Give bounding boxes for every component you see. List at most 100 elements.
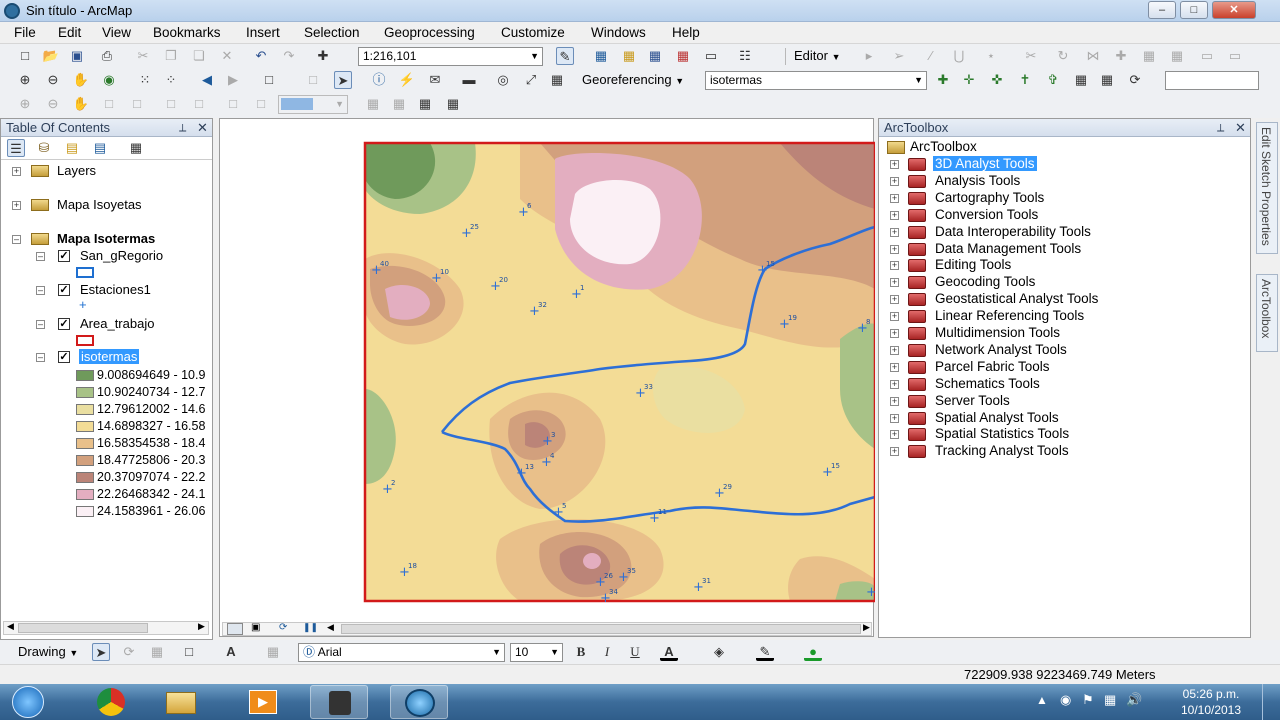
point-symbol[interactable]: + [79,297,87,312]
expand-icon[interactable]: + [890,261,899,271]
add-control-points-icon[interactable]: ✚ [934,71,952,89]
pin-icon[interactable]: ⟂ [179,120,186,137]
legend-swatch[interactable] [76,506,94,517]
rotate-element-icon[interactable]: ⟳ [120,643,138,661]
menu-bookmarks[interactable]: Bookmarks [153,25,221,40]
layout-view-icon[interactable]: ▣ [251,622,260,633]
expand-icon[interactable]: + [890,193,899,203]
layer-visibility-checkbox[interactable]: ✓ [58,250,70,262]
editor-menu[interactable]: Editor ▼ [794,48,841,63]
model-builder-icon[interactable]: ☷ [736,47,754,65]
new-document-icon[interactable]: □ [16,47,34,65]
legend-swatch[interactable] [76,404,94,415]
scroll-left-icon[interactable]: ◀ [7,621,14,632]
collapse-icon[interactable]: – [36,320,45,329]
edit-annotation-icon[interactable]: ➢ [890,47,908,65]
editor-toolbar-icon[interactable]: ✎ [556,47,574,65]
clear-selection-icon[interactable]: □ [304,71,322,89]
toolbox-item[interactable]: Analysis Tools [933,173,1022,188]
expand-icon[interactable]: + [890,312,899,322]
taskbar-arcmap[interactable] [390,685,448,719]
expand-icon[interactable]: + [890,430,899,440]
taskbar-explorer[interactable] [152,685,210,719]
expand-icon[interactable]: + [890,396,899,406]
list-by-visibility-icon[interactable]: ▤ [63,139,81,157]
cut-polygon-icon[interactable]: ✚ [1112,47,1130,65]
font-combo[interactable]: Ⓓ Arial ▼ [298,643,505,662]
data-frame-mapa-isoyetas[interactable]: Mapa Isoyetas [57,197,142,212]
menu-windows[interactable]: Windows [591,25,646,40]
volume-icon[interactable]: 🔊 [1126,692,1142,708]
edit-vertices-icon[interactable]: ▦ [264,643,282,661]
toolbox-item[interactable]: Spatial Statistics Tools [933,426,1071,441]
arctoolbox-root[interactable]: ArcToolbox [910,139,977,154]
font-size-combo[interactable]: 10 ▼ [510,643,563,662]
expand-icon[interactable]: + [890,227,899,237]
table-window-icon[interactable]: ▦ [592,47,610,65]
menu-view[interactable]: View [102,25,131,40]
expand-icon[interactable]: + [890,295,899,305]
layout-zoom-in-icon[interactable]: ⊕ [16,95,34,113]
pan-hand-icon[interactable]: ✋ [72,71,90,89]
add-data-icon[interactable]: ✚ [314,47,332,65]
layer-estaciones[interactable]: Estaciones1 [80,282,151,297]
line-symbol[interactable] [76,267,94,278]
collapse-icon[interactable]: – [12,235,21,244]
zoom-out-icon[interactable]: ⊖ [44,71,62,89]
time-slider-icon[interactable]: ▦ [548,71,566,89]
create-features-icon[interactable]: ▭ [1198,47,1216,65]
menu-help[interactable]: Help [672,25,700,40]
fixed-zoom-in-icon[interactable]: ⁙ [136,71,154,89]
edit-sketch-properties-tab[interactable]: Edit Sketch Properties [1256,122,1278,254]
expand-icon[interactable]: + [890,447,899,457]
paste-icon[interactable]: ❏ [190,47,208,65]
map-display[interactable]: +25 +6 +40 +10 +20 +1 +32 +15 +19 +8 +33 +3 +4 +13 +2 +… [219,118,884,637]
toolbox-item[interactable]: Cartography Tools [933,190,1046,205]
text-tool-icon[interactable]: A [222,643,240,661]
endpoint-arc-icon[interactable]: ⋃ [950,47,968,65]
drawing-menu[interactable]: Drawing ▼ [18,644,78,659]
editor-options-icon[interactable]: ▭ [1226,47,1244,65]
menu-selection[interactable]: Selection [304,25,360,40]
toolbox-item[interactable]: Data Management Tools [933,241,1083,256]
select-link-icon[interactable]: ✜ [988,71,1006,89]
layer-visibility-checkbox[interactable]: ✓ [58,318,70,330]
pin-icon[interactable]: ⟂ [1217,120,1224,137]
georef-layer-combo[interactable]: isotermas ▼ [705,71,927,90]
view-link-table-icon[interactable]: ▦ [1072,71,1090,89]
fixed-layout-zoom-in-icon[interactable]: □ [162,95,180,113]
georeferencing-menu[interactable]: Georeferencing ▼ [582,72,684,87]
refresh-icon[interactable]: ⟳ [279,622,287,633]
undo-icon[interactable]: ↶ [252,47,270,65]
layer-visibility-checkbox[interactable]: ✓ [58,284,70,296]
layer-san-gregorio[interactable]: San_gRegorio [80,248,163,263]
georef-input-field[interactable] [1165,71,1259,90]
line-color-icon[interactable]: ✎ [756,643,774,661]
expand-icon[interactable]: + [890,413,899,423]
menu-customize[interactable]: Customize [501,25,565,40]
delete-icon[interactable]: ✕ [218,47,236,65]
legend-label[interactable]: 24.1583961 - 26.06 [97,504,211,518]
legend-swatch[interactable] [76,438,94,449]
data-frame-layers[interactable]: Layers [57,163,96,178]
action-center-icon[interactable]: ⚑ [1082,692,1094,708]
map-scale-combo[interactable]: 1:216,101 ▼ [358,47,543,66]
toc-horizontal-scrollbar[interactable]: ◀ ▶ [3,621,209,635]
legend-swatch[interactable] [76,472,94,483]
legend-label[interactable]: 14.6898327 - 16.58 [97,419,211,433]
toolbox-item[interactable]: Tracking Analyst Tools [933,443,1071,458]
legend-label[interactable]: 22.26468342 - 24.1 [97,487,211,501]
taskbar-chrome[interactable] [82,685,140,719]
start-button[interactable] [12,686,44,718]
fixed-zoom-out-icon[interactable]: ⁘ [162,71,180,89]
go-to-xy-icon[interactable]: ⤢ [522,71,540,89]
change-layout-icon[interactable]: ▦ [416,95,434,113]
close-button[interactable]: ✕ [1212,1,1256,19]
expand-icon[interactable]: + [12,201,21,210]
layer-isotermas[interactable]: isotermas [79,349,140,364]
copy-icon[interactable]: ❐ [162,47,180,65]
fixed-layout-zoom-out-icon[interactable]: □ [190,95,208,113]
toolbox-item[interactable]: Editing Tools [933,257,1013,272]
expand-icon[interactable]: + [890,379,899,389]
font-color-icon[interactable]: A [660,643,678,661]
